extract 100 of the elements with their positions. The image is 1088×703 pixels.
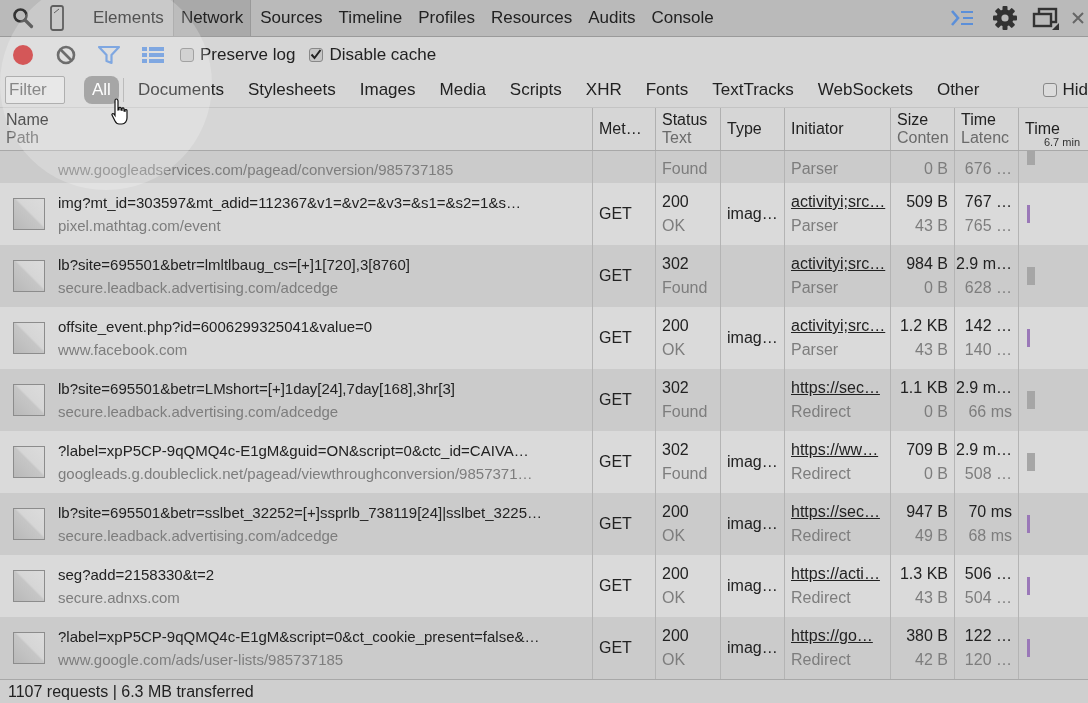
request-method: GET bbox=[599, 205, 633, 223]
initiator-link[interactable]: activityi;src… bbox=[791, 317, 884, 335]
checkbox[interactable] bbox=[309, 47, 324, 62]
initiator-link[interactable]: https://sec… bbox=[791, 379, 884, 397]
panel-tab[interactable]: Timeline bbox=[331, 0, 410, 36]
request-row[interactable]: lb?site=695501&betr=lmltlbaug_cs=[+]1[720],3[8760] secure.leadback.advertising.com/adcedge GET 302 Found activityi;src… Parser 984 B 0 B 2.9 m… 628 … bbox=[0, 245, 1088, 307]
content-size: 0 B bbox=[924, 403, 948, 421]
request-method: GET bbox=[599, 391, 633, 409]
panel-tab[interactable]: Console bbox=[644, 0, 721, 36]
initiator-cause: Parser bbox=[791, 160, 840, 178]
status-text: OK bbox=[662, 589, 687, 607]
initiator-link[interactable]: activityi;src… bbox=[791, 255, 884, 273]
status-text: Found bbox=[662, 279, 709, 297]
request-row[interactable]: lb?site=695501&betr=LMshort=[+]1day[24],7day[168],3hr[3] secure.leadback.advertising.com/adcedge GET 302 Found https://sec… Redirect 1.1 KB 0 B 2.9 m… 66 ms bbox=[0, 369, 1088, 431]
type-filter[interactable]: TextTracks bbox=[704, 75, 802, 104]
panel-tab[interactable]: Profiles bbox=[411, 0, 482, 36]
column-header[interactable]: Size Conten bbox=[890, 108, 954, 150]
status-text: OK bbox=[662, 217, 687, 235]
large-rows-icon[interactable] bbox=[142, 46, 164, 63]
panel-tab[interactable]: Network bbox=[172, 0, 252, 36]
status-code: 302 bbox=[662, 441, 690, 459]
column-header[interactable]: Status Text bbox=[655, 108, 720, 150]
initiator-link[interactable]: activityi;src… bbox=[791, 193, 884, 211]
type-filter[interactable]: Stylesheets bbox=[239, 75, 344, 104]
request-summary: 1107 requests | 6.3 MB transferred bbox=[8, 682, 254, 701]
request-path: www.googleadservices.com/pagead/conversion/985737185 bbox=[58, 161, 454, 178]
request-method: GET bbox=[599, 577, 633, 595]
request-path: www.google.com/ads/user-lists/985737185 bbox=[58, 651, 345, 668]
request-method: GET bbox=[599, 453, 633, 471]
checkbox-option[interactable]: Disable cache bbox=[309, 44, 437, 65]
request-name: lb?site=695501&betr=LMshort=[+]1day[24],7day[168],3hr[3] bbox=[58, 380, 455, 397]
request-name: lb?site=695501&betr=lmltlbaug_cs=[+]1[720],3[8760] bbox=[58, 256, 410, 273]
type-filter[interactable]: Fonts bbox=[637, 75, 697, 104]
total-time: 506 … bbox=[964, 565, 1012, 583]
type-filter[interactable]: Media bbox=[431, 75, 494, 104]
panel-tab[interactable]: Sources bbox=[253, 0, 330, 36]
filter-field[interactable]: Filter bbox=[5, 75, 65, 104]
latency-time: 120 … bbox=[964, 651, 1012, 669]
close-icon[interactable] bbox=[1072, 12, 1084, 24]
dock-icon[interactable] bbox=[1032, 6, 1060, 30]
status-text: OK bbox=[662, 527, 687, 545]
type-filter[interactable]: WebSockets bbox=[809, 75, 921, 104]
column-header[interactable]: Type bbox=[720, 108, 784, 150]
clear-icon[interactable] bbox=[56, 44, 76, 65]
content-size: 0 B bbox=[924, 279, 948, 297]
latency-time: 676 … bbox=[964, 160, 1012, 178]
total-time: 2.9 m… bbox=[956, 255, 1012, 273]
type-filter[interactable]: Other bbox=[928, 75, 988, 104]
request-method: GET bbox=[599, 329, 633, 347]
column-header[interactable]: Initiator bbox=[784, 108, 890, 150]
request-name: offsite_event.php?id=6006299325041&value=0 bbox=[58, 318, 373, 335]
request-path: googleads.g.doubleclick.net/pagead/viewthroughconversion/9857371… bbox=[58, 465, 533, 482]
console-drawer-icon[interactable] bbox=[950, 9, 974, 27]
content-size: 0 B bbox=[924, 160, 948, 178]
status-code: 302 bbox=[662, 379, 690, 397]
initiator-link[interactable]: https://go… bbox=[791, 627, 884, 645]
panel-tab[interactable]: Audits bbox=[581, 0, 643, 36]
file-icon bbox=[13, 508, 45, 540]
panel-tab[interactable]: Elements bbox=[86, 0, 171, 36]
type-filter[interactable]: XHR bbox=[577, 75, 630, 104]
type-filter[interactable]: Scripts bbox=[501, 75, 570, 104]
checkbox-option[interactable]: Preserve log bbox=[180, 44, 296, 65]
transfer-size: 1.2 KB bbox=[899, 317, 948, 335]
checkbox[interactable] bbox=[180, 47, 194, 62]
file-icon bbox=[13, 384, 45, 416]
status-text: Found bbox=[662, 403, 709, 421]
transfer-size: 1.1 KB bbox=[899, 379, 948, 397]
request-path: pixel.mathtag.com/event bbox=[58, 217, 222, 234]
type-filter[interactable]: Images bbox=[351, 75, 424, 104]
total-time: 2.9 m… bbox=[956, 441, 1012, 459]
request-method: GET bbox=[599, 639, 633, 657]
type-filter[interactable]: Documents bbox=[129, 75, 232, 104]
initiator-link[interactable]: https://acti… bbox=[791, 565, 884, 583]
checkbox[interactable] bbox=[1043, 82, 1058, 97]
latency-time: 508 … bbox=[964, 465, 1012, 483]
initiator-link[interactable]: https://ww… bbox=[791, 441, 884, 459]
latency-time: 66 ms bbox=[968, 403, 1012, 421]
status-code: 200 bbox=[662, 627, 690, 645]
filter-icon[interactable] bbox=[98, 44, 120, 65]
checkbox-option[interactable]: Hid bbox=[1043, 79, 1088, 100]
transfer-size: 984 B bbox=[906, 255, 948, 273]
request-name: img?mt_id=303597&mt_adid=112367&v1=&v2=&v3=&s1=&s2=1&s… bbox=[58, 194, 521, 211]
search-icon[interactable] bbox=[12, 7, 34, 29]
transfer-size: 509 B bbox=[906, 193, 948, 211]
panel-tab[interactable]: Resources bbox=[483, 0, 580, 36]
column-header[interactable]: Time Latenc bbox=[954, 108, 1018, 150]
content-size: 43 B bbox=[915, 589, 948, 607]
latency-time: 504 … bbox=[964, 589, 1012, 607]
record-icon[interactable] bbox=[12, 43, 34, 66]
phone-icon[interactable] bbox=[50, 5, 64, 31]
resource-type: imag… bbox=[727, 329, 778, 347]
status-code: 200 bbox=[662, 193, 690, 211]
initiator-link[interactable]: https://sec… bbox=[791, 503, 884, 521]
hand-cursor-icon bbox=[110, 97, 130, 127]
column-header[interactable]: Met… bbox=[592, 108, 655, 150]
timeline-scale-label: 6.7 min bbox=[1043, 136, 1080, 148]
file-icon bbox=[13, 260, 45, 292]
resource-type: imag… bbox=[727, 205, 778, 223]
status-code: 200 bbox=[662, 565, 690, 583]
initiator-cause: Parser bbox=[791, 217, 840, 235]
